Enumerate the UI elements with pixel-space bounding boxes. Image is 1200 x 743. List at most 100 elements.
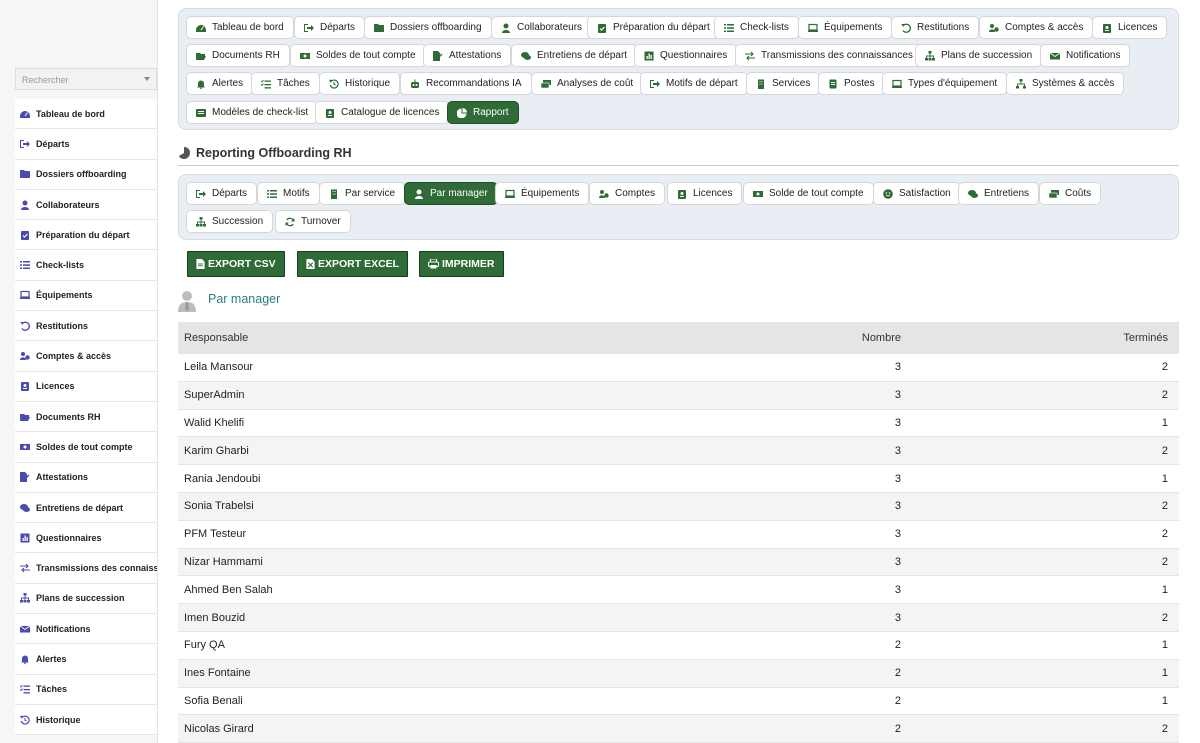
sidebar-item-dossiers-offboarding[interactable]: Dossiers offboarding xyxy=(15,159,157,190)
nav-alertes[interactable]: Alertes xyxy=(186,72,254,95)
sitemap-icon xyxy=(196,216,206,227)
search-select[interactable]: Rechercher xyxy=(15,68,157,90)
list-icon xyxy=(267,189,277,199)
nav-modeles-de-check-list[interactable]: Modèles de check-list xyxy=(186,101,319,124)
nav-plans-de-succession[interactable]: Plans de succession xyxy=(915,44,1043,67)
column-header-nombre[interactable]: Nombre xyxy=(738,332,901,344)
tab-entretiens[interactable]: Entretiens xyxy=(958,182,1040,205)
tab-satisfaction[interactable]: Satisfaction xyxy=(873,182,961,205)
nav-services[interactable]: Services xyxy=(746,72,821,95)
sidebar-item-tableau-de-bord[interactable]: Tableau de bord xyxy=(15,99,157,130)
export-csv-button[interactable]: EXPORT CSV xyxy=(187,251,285,277)
sidebar-item-soldes-de-tout-compte[interactable]: Soldes de tout compte xyxy=(15,432,157,463)
sidebar-item-attestations[interactable]: Attestations xyxy=(15,462,157,493)
nav-soldes-de-tout-compte[interactable]: Soldes de tout compte xyxy=(290,44,426,67)
nav-taches[interactable]: Tâches xyxy=(251,72,320,95)
tab-departs[interactable]: Départs xyxy=(186,182,258,205)
tab-label: Par manager xyxy=(430,188,488,199)
nav-questionnaires[interactable]: Questionnaires xyxy=(634,44,738,67)
table-row: SuperAdmin 3 2 xyxy=(178,381,1179,410)
tab-solde-de-tout-compte[interactable]: Solde de tout compte xyxy=(743,182,874,205)
nav-notifications[interactable]: Notifications xyxy=(1040,44,1131,67)
nav-label: Modèles de check-list xyxy=(212,107,309,118)
sidebar-item-label: Check-lists xyxy=(36,260,85,271)
sidebar-item-label: Collaborateurs xyxy=(36,199,100,210)
sidebar-item-check-lists[interactable]: Check-lists xyxy=(15,250,157,281)
sidebar-item-alertes[interactable]: Alertes xyxy=(15,644,157,675)
sidebar-item-notifications[interactable]: Notifications xyxy=(15,614,157,645)
tab-comptes[interactable]: Comptes xyxy=(589,182,666,205)
laptop-icon xyxy=(892,79,902,89)
cell-responsable: Sonia Trabelsi xyxy=(184,500,254,513)
nav-historique[interactable]: Historique xyxy=(319,72,401,95)
nav-analyses-de-cout[interactable]: Analyses de coût xyxy=(531,72,644,95)
poll-icon xyxy=(20,533,30,543)
column-header-responsable[interactable]: Responsable xyxy=(178,332,738,344)
nav-collaborateurs[interactable]: Collaborateurs xyxy=(491,16,593,39)
sidebar-item-licences[interactable]: Licences xyxy=(15,371,157,402)
nav-comptes-acces[interactable]: Comptes & accès xyxy=(979,16,1094,39)
nav-rapport[interactable]: Rapport xyxy=(447,101,519,124)
tab-par-manager[interactable]: Par manager xyxy=(404,182,498,205)
nav-tableau-de-bord[interactable]: Tableau de bord xyxy=(186,16,294,39)
tab-par-service[interactable]: Par service xyxy=(319,182,406,205)
tab-label: Équipements xyxy=(521,188,580,199)
sidebar-item-taches[interactable]: Tâches xyxy=(15,674,157,705)
sidebar-item-historique[interactable]: Historique xyxy=(15,704,157,736)
sidebar-item-documents-rh[interactable]: Documents RH xyxy=(15,401,157,433)
nav-catalogue-de-licences[interactable]: Catalogue de licences xyxy=(315,101,450,124)
tab-motifs[interactable]: Motifs xyxy=(257,182,320,205)
column-header-termines[interactable]: Terminés xyxy=(901,332,1179,344)
sidebar-item-collaborateurs[interactable]: Collaborateurs xyxy=(15,189,157,221)
sidebar-item-restitutions[interactable]: Restitutions xyxy=(15,311,157,342)
nav-restitutions[interactable]: Restitutions xyxy=(891,16,980,39)
nav-dossiers-offboarding[interactable]: Dossiers offboarding xyxy=(364,16,492,39)
nav-licences[interactable]: Licences xyxy=(1092,16,1168,39)
export-excel-button[interactable]: EXPORT EXCEL xyxy=(297,251,409,277)
nav-departs[interactable]: Départs xyxy=(294,16,366,39)
history-icon xyxy=(329,78,339,89)
nav-documents-rh[interactable]: Documents RH xyxy=(186,44,290,67)
sidebar-item-entretiens-de-depart[interactable]: Entretiens de départ xyxy=(15,492,157,524)
sync-icon xyxy=(285,217,295,227)
caret-down-icon[interactable] xyxy=(144,77,150,81)
nav-check-lists[interactable]: Check-lists xyxy=(714,16,799,39)
sidebar-item-plans-de-succession[interactable]: Plans de succession xyxy=(15,583,157,615)
sidebar-item-departs[interactable]: Départs xyxy=(15,129,157,160)
tab-couts[interactable]: Coûts xyxy=(1039,182,1102,205)
nav-recommandations-ia[interactable]: Recommandations IA xyxy=(400,72,532,95)
sidebar-item-equipements[interactable]: Équipements xyxy=(15,280,157,312)
nav-label: Analyses de coût xyxy=(557,78,634,89)
sidebar-item-label: Restitutions xyxy=(36,320,89,331)
nav-preparation-du-depart[interactable]: Préparation du départ xyxy=(587,16,720,39)
table-row: Fury QA 2 1 xyxy=(178,632,1179,660)
page-title-text: Reporting Offboarding RH xyxy=(196,146,352,160)
nav-label: Licences xyxy=(1118,22,1158,33)
nav-systemes-acces[interactable]: Systèmes & accès xyxy=(1006,72,1125,95)
tab-licences[interactable]: Licences xyxy=(667,182,743,205)
nav-equipements[interactable]: Équipements xyxy=(798,16,893,39)
sidebar-item-comptes-acces[interactable]: Comptes & accès xyxy=(15,341,157,372)
cell-responsable: PFM Testeur xyxy=(184,528,247,541)
nav-label: Tableau de bord xyxy=(212,22,284,33)
laptop-icon xyxy=(505,189,515,199)
sidebar-item-preparation-du-depart[interactable]: Préparation du départ xyxy=(15,220,157,251)
nav-motifs-de-depart[interactable]: Motifs de départ xyxy=(640,72,748,95)
sidebar-item-transmissions-des-connaiss[interactable]: Transmissions des connaiss… xyxy=(15,553,157,584)
nav-postes[interactable]: Postes xyxy=(818,72,885,95)
cell-termines: 1 xyxy=(1161,694,1168,707)
envelope-icon xyxy=(20,624,30,634)
nav-entretiens-de-depart[interactable]: Entretiens de départ xyxy=(511,44,638,67)
sidebar-item-questionnaires[interactable]: Questionnaires xyxy=(15,523,157,554)
tab-succession[interactable]: Succession xyxy=(186,210,274,233)
nav-types-d-equipement[interactable]: Types d'équipement xyxy=(882,72,1008,95)
nav-transmissions-des-connaissances[interactable]: Transmissions des connaissances xyxy=(735,44,923,67)
money-bills-icon xyxy=(1049,189,1059,199)
tab-equipements[interactable]: Équipements xyxy=(495,182,590,205)
nav-attestations[interactable]: Attestations xyxy=(423,44,512,67)
exchange-icon xyxy=(745,51,755,61)
print-button[interactable]: IMPRIMER xyxy=(419,251,504,277)
clipboard-check-icon xyxy=(597,23,607,33)
tab-turnover[interactable]: Turnover xyxy=(275,210,351,233)
sidebar-item-label: Documents RH xyxy=(36,411,101,422)
